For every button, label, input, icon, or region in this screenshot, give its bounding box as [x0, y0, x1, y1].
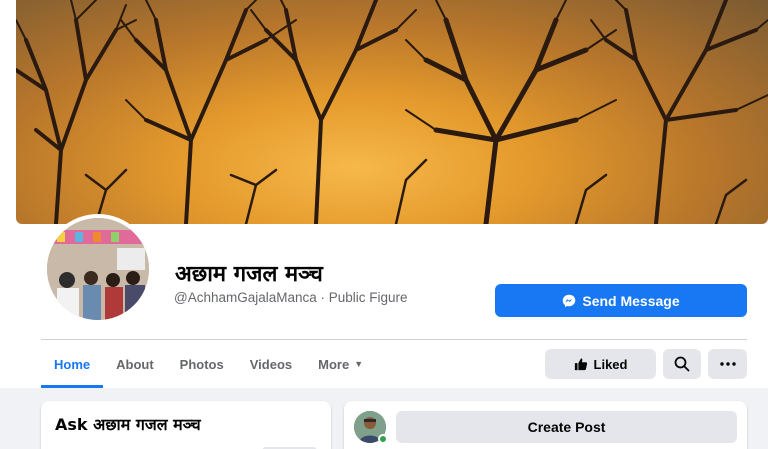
- tab-home-label: Home: [54, 356, 91, 372]
- messenger-icon: [563, 294, 576, 307]
- create-post-label: Create Post: [527, 419, 606, 435]
- send-message-label: Send Message: [582, 292, 680, 309]
- create-post-card: Create Post: [344, 401, 747, 449]
- tab-more-label: More: [318, 356, 350, 372]
- search-icon: [674, 356, 690, 372]
- thumbs-up-icon: [574, 358, 587, 371]
- tab-home[interactable]: Home: [41, 340, 104, 388]
- tab-about[interactable]: About: [103, 340, 167, 388]
- more-dots-icon: [719, 362, 736, 366]
- page-tabs: Home About Photos Videos More ▼: [41, 340, 376, 388]
- tab-photos[interactable]: Photos: [167, 340, 237, 388]
- left-margin: [0, 0, 16, 224]
- cover-photo[interactable]: [16, 0, 768, 224]
- caret-down-icon: ▼: [354, 359, 364, 369]
- tab-about-label: About: [116, 356, 154, 372]
- online-status-dot: [378, 434, 388, 444]
- send-message-button[interactable]: Send Message: [495, 284, 747, 317]
- liked-label: Liked: [593, 356, 628, 372]
- tab-videos-label: Videos: [249, 356, 293, 372]
- tree-silhouettes: [16, 0, 768, 224]
- profile-avatar[interactable]: [43, 214, 153, 324]
- page-handle-category: @AchhamGajalaManca · Public Figure: [174, 290, 408, 305]
- ask-card: Ask अछाम गजल मञ्च: [41, 401, 331, 449]
- tab-photos-label: Photos: [179, 356, 224, 372]
- avatar-photo: [47, 218, 149, 320]
- more-options-button[interactable]: [708, 349, 747, 379]
- tab-videos[interactable]: Videos: [237, 340, 305, 388]
- search-button[interactable]: [663, 349, 701, 379]
- page-title: अछाम गजल मञ्च: [175, 262, 323, 287]
- create-post-button[interactable]: Create Post: [396, 411, 737, 443]
- ask-card-title: Ask अछाम गजल मञ्च: [55, 415, 201, 434]
- tab-more[interactable]: More ▼: [305, 340, 376, 388]
- liked-button[interactable]: Liked: [545, 349, 656, 379]
